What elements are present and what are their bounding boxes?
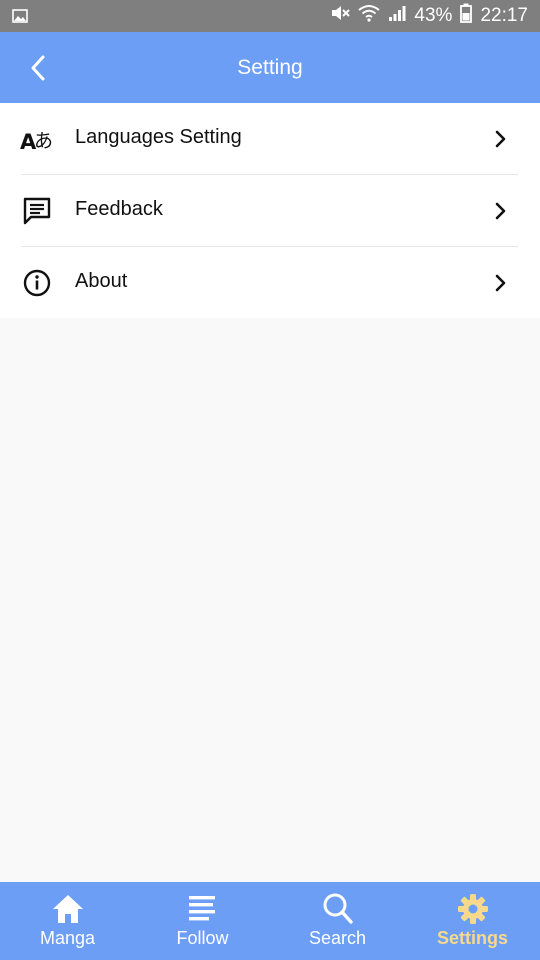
status-indicators: 43% 22:17 [330, 0, 528, 32]
settings-menu: A あ Languages Setting Feedback About [0, 103, 540, 318]
menu-item-label: About [75, 270, 128, 292]
menu-item-languages-setting[interactable]: A あ Languages Setting [0, 103, 540, 174]
bottom-navigation: Manga Follow Search Settings [0, 882, 540, 960]
app-bar: Setting [0, 32, 540, 103]
wifi-icon [358, 4, 381, 28]
nav-item-settings[interactable]: Settings [405, 882, 540, 960]
status-bar: 43% 22:17 [0, 0, 540, 32]
battery-percent: 43% [414, 5, 453, 26]
search-icon [323, 893, 353, 924]
signal-icon [388, 4, 406, 28]
home-icon [52, 895, 83, 923]
battery-icon [460, 3, 473, 29]
menu-item-label: Languages Setting [75, 126, 242, 148]
mute-icon [330, 4, 351, 28]
nav-label: Settings [436, 928, 508, 948]
nav-item-manga[interactable]: Manga [0, 882, 135, 960]
clock: 22:17 [480, 5, 528, 26]
chevron-right-icon [495, 202, 506, 220]
chevron-right-icon [495, 274, 506, 292]
nav-item-search[interactable]: Search [270, 882, 405, 960]
nav-label: Manga [39, 928, 96, 948]
nav-label: Search [308, 928, 367, 948]
menu-item-about[interactable]: About [0, 247, 540, 318]
gear-icon [457, 894, 488, 924]
menu-item-feedback[interactable]: Feedback [0, 175, 540, 246]
gallery-notification-icon [12, 8, 28, 29]
list-icon [188, 896, 215, 921]
chevron-right-icon [495, 130, 506, 148]
menu-item-label: Feedback [75, 198, 163, 220]
info-icon [20, 266, 54, 300]
nav-item-follow[interactable]: Follow [135, 882, 270, 960]
translate-icon: A あ [20, 122, 54, 156]
svg-text:あ: あ [34, 130, 53, 152]
feedback-icon [20, 194, 54, 228]
nav-label: Follow [176, 928, 229, 948]
page-title: Setting [237, 56, 303, 79]
